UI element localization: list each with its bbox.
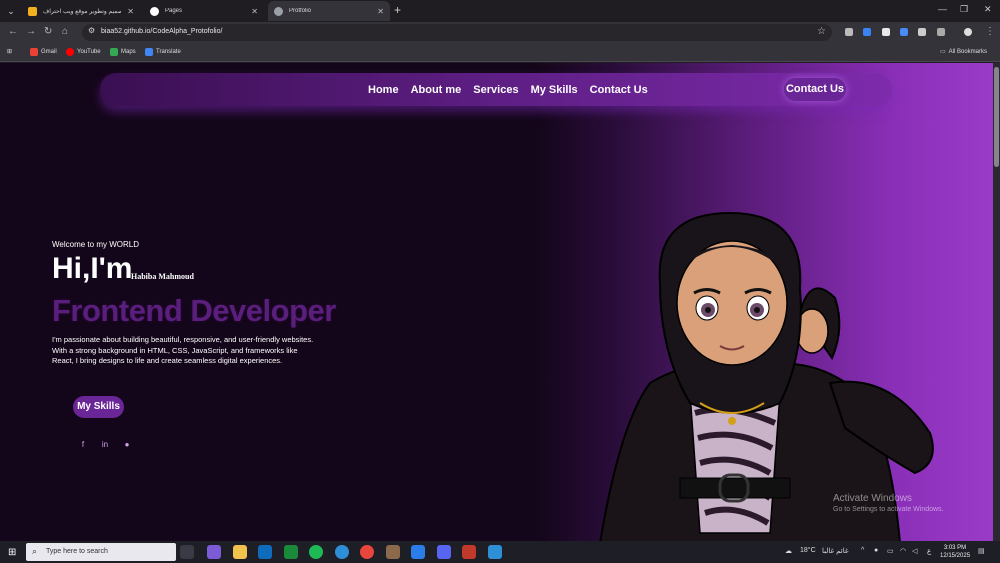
home-icon[interactable]: ⌂	[62, 26, 68, 37]
browser-tab-bar: ⌄ تصميم وتطوير موقع ويب احتراف ✕ Pages ✕…	[0, 0, 1000, 22]
nav-skills[interactable]: My Skills	[531, 84, 578, 96]
maps-icon	[110, 48, 118, 56]
volume-icon[interactable]: ◁	[912, 547, 917, 555]
weather-desc[interactable]: غائم غالبا	[822, 547, 849, 555]
close-icon[interactable]: ✕	[377, 7, 384, 16]
discord-icon[interactable]	[437, 545, 451, 559]
copilot-icon[interactable]	[207, 545, 221, 559]
taskbar-search[interactable]: ⌕ Type here to search	[26, 543, 176, 561]
weather-temp[interactable]: 18°C	[800, 547, 816, 554]
page-scrollbar[interactable]	[993, 63, 1000, 541]
battery-icon[interactable]: ▭	[887, 547, 894, 555]
site-navbar: Home About me Services My Skills Contact…	[100, 73, 892, 106]
app-icon[interactable]	[411, 545, 425, 559]
gmail-icon	[30, 48, 38, 56]
translate-icon	[145, 48, 153, 56]
windows-taskbar: ⊞ ⌕ Type here to search ☁ 18°C غائم غالب…	[0, 541, 1000, 563]
bookmark-maps[interactable]: Maps	[110, 48, 136, 56]
activate-windows-watermark: Activate Windows Go to Settings to activ…	[833, 493, 944, 513]
browser-toolbar: ← → ↻ ⌂ ⚙ biaa52.github.io/CodeAlpha_Pro…	[0, 22, 1000, 43]
app-icon[interactable]	[386, 545, 400, 559]
mail-icon[interactable]	[258, 545, 272, 559]
puzzle-icon[interactable]	[937, 28, 945, 36]
linkedin-icon[interactable]: in	[100, 440, 110, 450]
chrome-icon[interactable]	[360, 545, 374, 559]
search-icon: ⌕	[32, 546, 38, 556]
weather-icon[interactable]: ☁	[785, 547, 792, 555]
microphone-icon[interactable]: ●	[874, 547, 878, 554]
nav-links: Home About me Services My Skills Contact…	[368, 73, 648, 106]
scrollbar-thumb[interactable]	[994, 67, 999, 167]
store-icon[interactable]	[284, 545, 298, 559]
wifi-icon[interactable]: ◠	[900, 547, 906, 555]
windows-start-icon[interactable]: ⊞	[8, 547, 16, 558]
contact-us-button[interactable]: Contact Us	[784, 78, 846, 101]
reload-icon[interactable]: ↻	[44, 26, 52, 37]
all-bookmarks[interactable]: ▭ All Bookmarks	[940, 48, 987, 56]
nav-contact[interactable]: Contact Us	[590, 84, 648, 96]
notification-icon[interactable]: ▤	[978, 547, 985, 555]
welcome-text: Welcome to my WORLD	[52, 240, 139, 249]
new-tab-plus-icon[interactable]: +	[394, 3, 401, 17]
bookmarks-bar: ⊞ Gmail YouTube Maps Translate ▭ All Book…	[0, 43, 1000, 62]
folder-icon: ▭	[940, 49, 946, 55]
extension-icon[interactable]	[900, 28, 908, 36]
tab-1[interactable]: تصميم وتطوير موقع ويب احتراف ✕	[22, 1, 140, 21]
my-skills-button[interactable]: My Skills	[73, 396, 124, 418]
close-icon[interactable]: ✕	[251, 7, 258, 16]
close-icon[interactable]: ✕	[127, 7, 134, 16]
task-view-icon[interactable]	[180, 545, 194, 559]
tab-2[interactable]: Pages ✕	[144, 1, 264, 21]
read-aloud-icon[interactable]	[845, 28, 853, 36]
extension-icon[interactable]	[882, 28, 890, 36]
app-icon[interactable]	[462, 545, 476, 559]
github-icon[interactable]: ●	[122, 440, 132, 450]
tab-3-active[interactable]: Protfolio ✕	[268, 1, 390, 21]
forward-arrow-icon[interactable]: →	[26, 26, 36, 37]
close-window-icon[interactable]: ✕	[984, 4, 992, 15]
menu-kebab-icon[interactable]: ⋮	[985, 26, 995, 37]
extension-icon[interactable]	[863, 28, 871, 36]
nav-about[interactable]: About me	[411, 84, 462, 96]
bookmark-youtube[interactable]: YouTube	[66, 48, 101, 56]
tab-search-chevron-icon[interactable]: ⌄	[4, 4, 18, 18]
facebook-icon[interactable]: f	[78, 440, 88, 450]
profile-avatar-icon[interactable]	[964, 28, 972, 36]
file-explorer-icon[interactable]	[233, 545, 247, 559]
language-indicator[interactable]: ع	[927, 547, 931, 555]
spotify-icon[interactable]	[309, 545, 323, 559]
tab-favicon	[28, 6, 37, 16]
nav-home[interactable]: Home	[368, 84, 399, 96]
restore-icon[interactable]: ❐	[960, 4, 968, 15]
hero-name: Habiba Mahmoud	[131, 272, 194, 281]
app-icon[interactable]	[488, 545, 502, 559]
bookmark-gmail[interactable]: Gmail	[30, 48, 57, 56]
apps-grid-icon[interactable]: ⊞	[7, 48, 12, 55]
globe-icon	[274, 6, 283, 16]
bookmark-translate[interactable]: Translate	[145, 48, 181, 56]
edge-icon[interactable]	[335, 545, 349, 559]
bookmark-star-icon[interactable]: ☆	[817, 26, 826, 37]
hero-description: I'm passionate about building beautiful,…	[52, 335, 314, 365]
minimize-icon[interactable]: —	[938, 4, 947, 14]
github-icon	[150, 6, 159, 16]
site-info-icon[interactable]: ⚙	[88, 26, 95, 35]
pen-icon[interactable]	[918, 28, 926, 36]
hero-illustration	[599, 211, 934, 541]
page-viewport: Home About me Services My Skills Contact…	[0, 63, 993, 541]
url-text[interactable]: biaa52.github.io/CodeAlpha_Protofolio/	[101, 28, 222, 35]
hero-role: Frontend Developer	[52, 293, 336, 328]
youtube-icon	[66, 48, 74, 56]
tray-chevron-icon[interactable]: ^	[861, 547, 864, 554]
nav-services[interactable]: Services	[473, 84, 518, 96]
address-bar[interactable]: ⚙ biaa52.github.io/CodeAlpha_Protofolio/…	[82, 24, 832, 41]
taskbar-clock[interactable]: 3:03 PM 12/15/2025	[940, 544, 970, 560]
back-arrow-icon[interactable]: ←	[8, 26, 18, 37]
hero-greeting: Hi,I'm	[52, 252, 133, 285]
